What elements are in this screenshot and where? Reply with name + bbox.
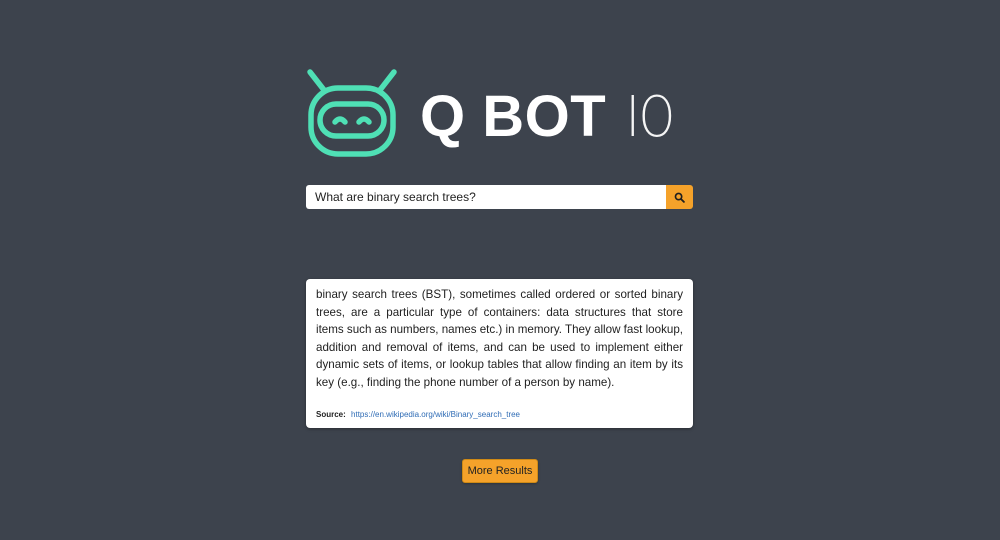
result-text: binary search trees (BST), sometimes cal… xyxy=(316,288,683,389)
search-input[interactable] xyxy=(306,185,666,209)
logo: Q BOT IO xyxy=(306,68,685,158)
logo-title-bold: Q BOT xyxy=(420,84,607,149)
logo-title-light: IO xyxy=(626,85,675,150)
result-card: binary search trees (BST), sometimes cal… xyxy=(306,279,693,428)
search-bar xyxy=(306,185,693,209)
robot-icon xyxy=(307,69,397,157)
search-button[interactable] xyxy=(666,185,693,209)
page: Q BOT IO binary search trees (BST), some… xyxy=(0,0,1000,540)
more-results-button[interactable]: More Results xyxy=(462,459,538,483)
logo-wordmark: Q BOT IO xyxy=(420,88,685,146)
result-source: Source: https://en.wikipedia.org/wiki/Bi… xyxy=(316,410,520,420)
source-link[interactable]: https://en.wikipedia.org/wiki/Binary_sea… xyxy=(351,410,520,419)
source-label: Source: xyxy=(316,410,346,419)
search-icon xyxy=(674,192,685,203)
